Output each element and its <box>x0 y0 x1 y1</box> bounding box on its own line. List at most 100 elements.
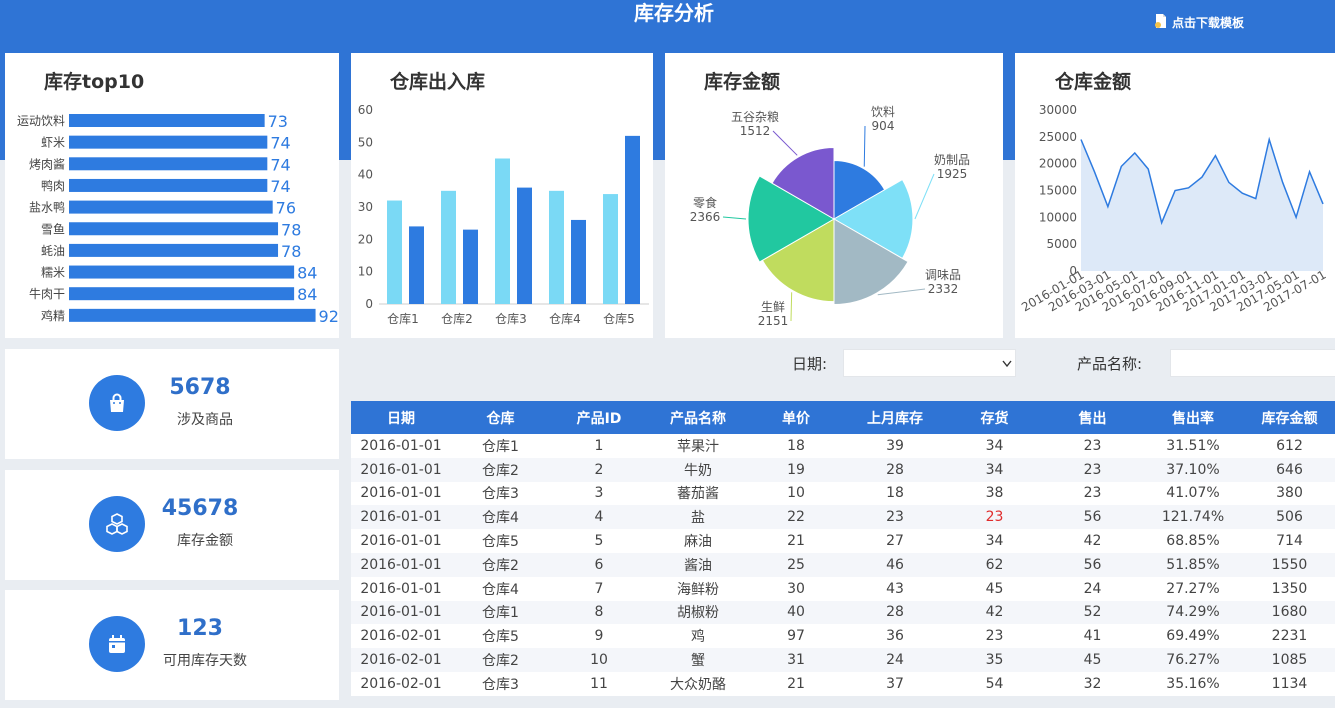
kpi-card-products: 5678 涉及商品 <box>5 349 339 459</box>
table-cell: 仓库4 <box>451 576 550 601</box>
table-column-header[interactable]: 产品ID <box>550 401 648 434</box>
table-cell: 鸡 <box>648 624 748 649</box>
bar-category-label: 盐水鸭 <box>29 201 65 215</box>
table-cell: 2 <box>550 457 648 482</box>
table-cell: 8 <box>550 600 648 625</box>
bar-category-label: 虾米 <box>41 136 65 150</box>
bar-mark <box>409 226 424 304</box>
pie-slice-value: 2332 <box>928 282 959 296</box>
table-cell: 74.29% <box>1142 600 1244 625</box>
y-tick-label: 40 <box>358 168 373 182</box>
table-cell: 6 <box>550 552 648 577</box>
table-cell: 21 <box>748 529 844 553</box>
bar-mark <box>69 200 273 214</box>
table-row[interactable]: 2016-02-01 仓库3 11 大众奶酪 21 37 54 32 35.16% 1134 <box>351 671 1335 696</box>
table-cell: 23 <box>946 624 1043 649</box>
download-template-button[interactable]: 点击下载模板 <box>1153 13 1244 32</box>
table-cell: 41.07% <box>1142 481 1244 506</box>
table-cell: 97 <box>748 624 844 649</box>
top10-chart: 运动饮料 73 虾米 74 烤肉酱 74 鸭肉 74 盐水鸭 76 雪鱼 78 蚝油 78 糯米 84 牛肉干 8… <box>17 112 339 326</box>
pie-slice-label: 生鲜 <box>761 300 785 314</box>
table-column-header[interactable]: 存货 <box>946 401 1043 434</box>
table-cell: 52 <box>1043 600 1142 625</box>
y-tick-label: 30 <box>358 200 373 214</box>
bar-value-label: 78 <box>281 220 301 239</box>
table-cell: 18 <box>844 481 946 506</box>
table-column-header[interactable]: 日期 <box>351 401 451 434</box>
pie-slice-value: 1925 <box>937 167 968 181</box>
x-tick-label: 仓库1 <box>387 311 419 326</box>
table-cell: 1550 <box>1244 552 1335 577</box>
x-tick-label: 仓库2 <box>441 311 473 326</box>
table-cell: 45 <box>1043 648 1142 672</box>
bar-mark <box>69 135 268 149</box>
table-row[interactable]: 2016-01-01 仓库3 3 蕃茄酱 10 18 38 23 41.07% 380 <box>351 481 1335 506</box>
pie-label-line <box>722 216 747 220</box>
table-cell: 2016-01-01 <box>351 481 451 506</box>
table-cell: 22 <box>748 505 844 530</box>
table-cell: 2231 <box>1244 624 1335 649</box>
table-cell: 35 <box>946 648 1043 672</box>
table-cell: 25 <box>748 552 844 577</box>
table-row[interactable]: 2016-01-01 仓库4 7 海鲜粉 30 43 45 24 27.27% 1350 <box>351 576 1335 601</box>
pie-slice-value: 2366 <box>690 210 721 224</box>
table-column-header[interactable]: 仓库 <box>451 401 550 434</box>
table-cell: 仓库1 <box>451 600 550 625</box>
table-cell: 31.51% <box>1142 434 1244 458</box>
table-row[interactable]: 2016-01-01 仓库2 6 酱油 25 46 62 56 51.85% 1550 <box>351 552 1335 577</box>
table-cell: 51.85% <box>1142 552 1244 577</box>
table-cell: 2016-01-01 <box>351 529 451 553</box>
table-cell: 27 <box>844 529 946 553</box>
warehouse-amount-chart: 0500010000150002000025000300002016-01-01… <box>1019 103 1328 314</box>
table-cell: 32 <box>1043 671 1142 696</box>
table-cell: 34 <box>946 434 1043 458</box>
kpi-label: 涉及商品 <box>177 412 233 428</box>
table-row[interactable]: 2016-01-01 仓库2 2 牛奶 19 28 34 23 37.10% 646 <box>351 457 1335 482</box>
table-cell: 2016-02-01 <box>351 624 451 649</box>
amount-chart: 饮料904 奶制品1925 调味品2332 生鲜2151 零食2366 五谷杂粮1512 <box>690 105 970 328</box>
bar-mark <box>603 194 618 304</box>
table-row[interactable]: 2016-01-01 仓库4 4 盐 22 23 23 56 121.74% 506 <box>351 505 1335 530</box>
bar-mark <box>69 308 316 322</box>
table-column-header[interactable]: 售出 <box>1043 401 1142 434</box>
table-cell: 3 <box>550 481 648 506</box>
inout-chart: 0 10 20 30 40 50 60 仓库1 仓库2 仓库3 仓库4 仓库5 <box>358 103 649 326</box>
table-column-header[interactable]: 售出率 <box>1142 401 1244 434</box>
table-cell: 28 <box>844 457 946 482</box>
bar-mark <box>69 287 295 301</box>
table-column-header[interactable]: 上月库存 <box>844 401 946 434</box>
bar-category-label: 雪鱼 <box>41 222 65 236</box>
bar-mark <box>69 178 268 192</box>
bar-value-label: 73 <box>268 112 288 131</box>
kpi-card-inventory-amount: 45678 库存金额 <box>5 470 339 580</box>
table-cell: 43 <box>844 576 946 601</box>
x-tick-label: 仓库4 <box>549 311 581 326</box>
bar-value-label: 74 <box>270 177 290 196</box>
table-cell: 仓库3 <box>451 481 550 506</box>
table-cell: 23 <box>1043 481 1142 506</box>
bar-value-label: 84 <box>297 264 317 283</box>
table-cell: 28 <box>844 600 946 625</box>
table-cell: 2016-01-01 <box>351 457 451 482</box>
date-select[interactable] <box>843 349 1016 377</box>
kpi-value: 123 <box>177 616 223 641</box>
table-row[interactable]: 2016-02-01 仓库2 10 蟹 31 24 35 45 76.27% 1085 <box>351 648 1335 672</box>
bar-value-label: 92 <box>319 307 339 326</box>
bar-category-label: 牛肉干 <box>29 286 65 301</box>
product-name-input[interactable] <box>1170 349 1335 377</box>
table-cell: 714 <box>1244 529 1335 553</box>
table-row[interactable]: 2016-02-01 仓库5 9 鸡 97 36 23 41 69.49% 2231 <box>351 624 1335 649</box>
table-column-header[interactable]: 单价 <box>748 401 844 434</box>
table-column-header[interactable]: 产品名称 <box>648 401 748 434</box>
y-tick-label: 0 <box>365 297 373 311</box>
table-row[interactable]: 2016-01-01 仓库1 8 胡椒粉 40 28 42 52 74.29% 1680 <box>351 600 1335 625</box>
bar-category-label: 运动饮料 <box>17 114 65 128</box>
table-cell: 69.49% <box>1142 624 1244 649</box>
table-row[interactable]: 2016-01-01 仓库1 1 苹果汁 18 39 34 23 31.51% 612 <box>351 434 1335 458</box>
table-row[interactable]: 2016-01-01 仓库5 5 麻油 21 27 34 42 68.85% 714 <box>351 529 1335 553</box>
pie-label-line <box>790 292 793 322</box>
table-cell: 2016-01-01 <box>351 552 451 577</box>
bar-mark <box>441 190 456 304</box>
table-cell: 2016-01-01 <box>351 505 451 530</box>
table-column-header[interactable]: 库存金额 <box>1244 401 1335 434</box>
